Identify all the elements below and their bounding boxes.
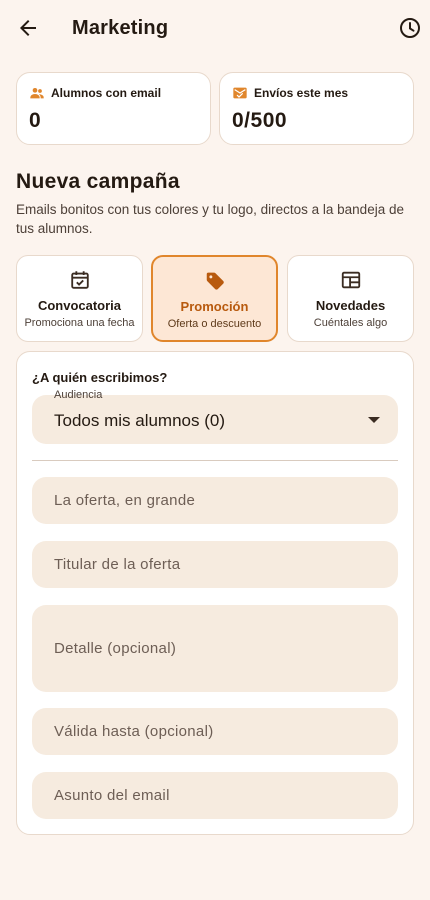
audience-select[interactable]: Audiencia Todos mis alumnos (0): [32, 389, 398, 444]
template-subtitle: Cuéntales algo: [313, 317, 388, 329]
stat-value: 0/500: [232, 109, 288, 132]
stat-label: Envíos este mes: [254, 86, 349, 100]
template-subtitle: Oferta o descuento: [167, 318, 262, 330]
template-title: Promoción: [180, 299, 249, 314]
template-subtitle: Promociona una fecha: [24, 317, 135, 329]
people-icon: [30, 88, 44, 99]
dropdown-arrow-icon: [368, 417, 380, 423]
template-title: Novedades: [315, 298, 386, 313]
mark-email-icon: [233, 87, 247, 99]
arrow-back-icon[interactable]: [16, 16, 40, 40]
field-placeholder: Detalle (opcional): [54, 640, 177, 657]
divider: [32, 460, 398, 461]
offer-detail-field[interactable]: Detalle (opcional): [32, 605, 398, 692]
section-title: Nueva campaña: [16, 170, 180, 193]
valid-until-field[interactable]: Válida hasta (opcional): [32, 708, 398, 755]
stat-label: Alumnos con email: [51, 86, 162, 100]
history-icon[interactable]: [398, 16, 422, 40]
audience-label: Audiencia: [54, 389, 103, 401]
audience-question: ¿A quién escribimos?: [32, 370, 168, 385]
offer-title-field[interactable]: Titular de la oferta: [32, 541, 398, 588]
section-description: Emails bonitos con tus colores y tu logo…: [16, 202, 404, 236]
event-available-icon: [70, 271, 89, 289]
template-title: Convocatoria: [37, 298, 122, 313]
template-novedades[interactable]: Novedades Cuéntales algo: [287, 255, 414, 342]
newspaper-icon: [341, 271, 360, 289]
email-subject-field[interactable]: Asunto del email: [32, 772, 398, 819]
sell-tag-icon: [206, 272, 224, 290]
stat-value: 0: [29, 109, 42, 132]
field-placeholder: Válida hasta (opcional): [54, 723, 214, 740]
field-placeholder: La oferta, en grande: [54, 492, 196, 509]
campaign-form: ¿A quién escribimos? Audiencia Todos mis…: [16, 351, 414, 835]
offer-headline-field[interactable]: La oferta, en grande: [32, 477, 398, 524]
audience-value: Todos mis alumnos (0): [54, 411, 226, 430]
stat-card-students-email: Alumnos con email 0: [16, 72, 211, 145]
stat-card-monthly-sends: Envíos este mes 0/500: [219, 72, 414, 145]
template-convocatoria[interactable]: Convocatoria Promociona una fecha: [16, 255, 143, 342]
template-promocion[interactable]: Promoción Oferta o descuento: [151, 255, 278, 342]
field-placeholder: Titular de la oferta: [54, 556, 181, 573]
app-bar: Marketing: [0, 0, 430, 56]
page-title: Marketing: [72, 17, 169, 39]
field-placeholder: Asunto del email: [54, 787, 170, 804]
